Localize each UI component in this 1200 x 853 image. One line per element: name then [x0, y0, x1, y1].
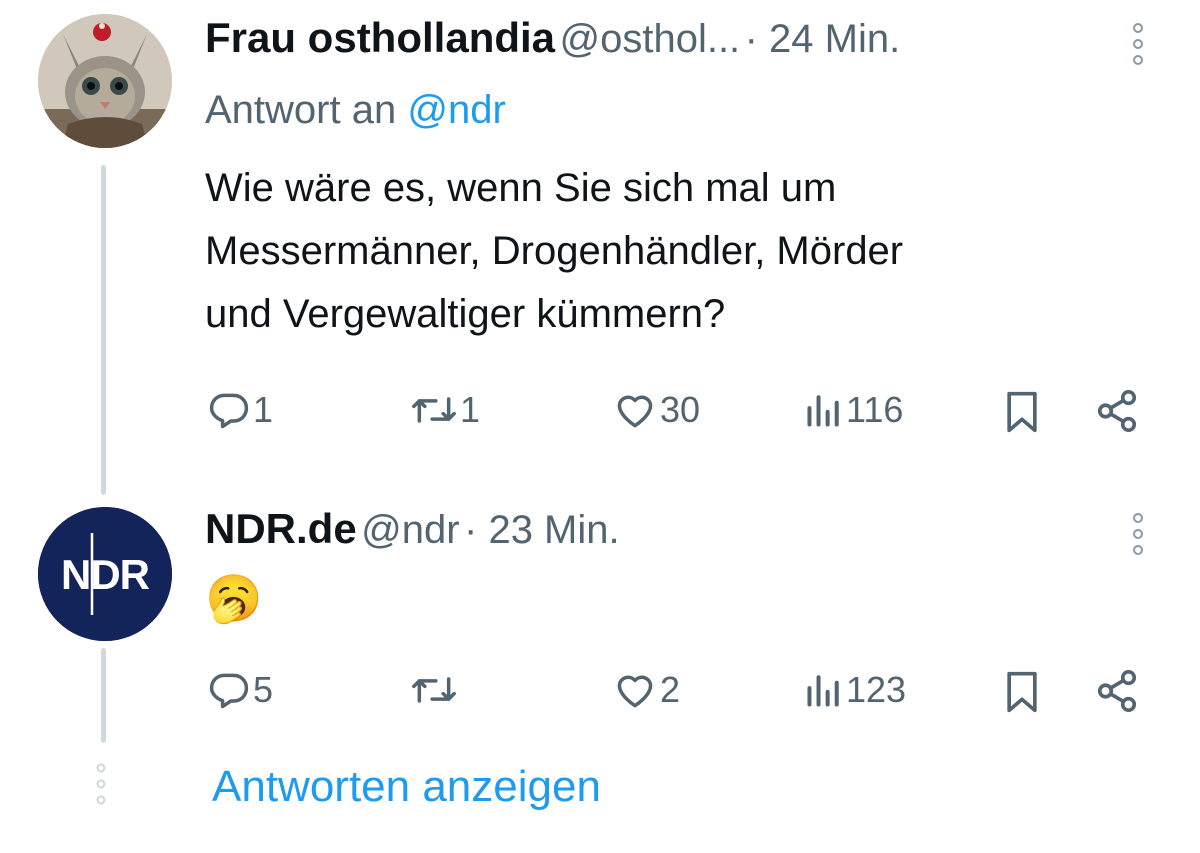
- bookmark-button[interactable]: [1000, 668, 1044, 716]
- retweet-button[interactable]: [410, 668, 460, 712]
- retweet-button[interactable]: 1: [410, 388, 480, 432]
- views-icon: [807, 675, 839, 707]
- like-count: 30: [660, 389, 701, 430]
- tweet-text-line: Messermänner, Drogenhändler, Mörder: [205, 229, 904, 273]
- bookmark-button[interactable]: [1000, 388, 1044, 436]
- share-button[interactable]: [1094, 668, 1140, 714]
- like-count: 2: [660, 669, 681, 710]
- reply-icon: [209, 673, 249, 709]
- reply-count: 1: [253, 389, 274, 430]
- retweet-count: 1: [460, 389, 481, 430]
- thread-connector: [101, 165, 106, 495]
- author-name[interactable]: NDR.de: [205, 505, 357, 552]
- show-replies-link[interactable]: Antworten anzeigen: [212, 762, 601, 812]
- reply-icon: [209, 393, 249, 429]
- share-icon: [1097, 390, 1137, 432]
- avatar-osthollandia[interactable]: [38, 14, 172, 148]
- retweet-icon: [412, 677, 456, 703]
- cat-avatar-image: [38, 14, 172, 148]
- heart-icon: [617, 395, 653, 428]
- like-button[interactable]: 30: [612, 388, 700, 432]
- view-count: 116: [846, 389, 904, 430]
- reply-button[interactable]: 5: [207, 668, 273, 712]
- more-icon[interactable]: [1131, 22, 1145, 66]
- share-button[interactable]: [1094, 388, 1140, 434]
- timestamp[interactable]: · 23 Min.: [464, 508, 620, 552]
- tweet-text-line: Wie wäre es, wenn Sie sich mal um: [205, 166, 837, 210]
- ndr-logo-text: NDR: [61, 551, 150, 598]
- retweet-icon: [412, 397, 456, 423]
- bookmark-icon: [1007, 391, 1037, 433]
- author-handle[interactable]: @osthol...: [559, 17, 740, 61]
- tweet-1-text: Wie wäre es, wenn Sie sich mal um Messer…: [205, 157, 903, 346]
- author-handle[interactable]: @ndr: [361, 508, 459, 552]
- share-icon: [1097, 670, 1137, 712]
- views-button[interactable]: 116: [804, 388, 903, 432]
- tweet-1-header: Frau osthollandia @osthol... · 24 Min.: [205, 14, 900, 62]
- tweet-2-text: 🥱: [205, 572, 263, 624]
- tweet-text-line: und Vergewaltiger kümmern?: [205, 292, 726, 336]
- like-button[interactable]: 2: [612, 668, 680, 712]
- reply-count: 5: [253, 669, 274, 710]
- view-count: 123: [846, 669, 907, 710]
- thread-connector: [101, 648, 106, 743]
- author-name[interactable]: Frau osthollandia: [205, 14, 555, 61]
- more-icon[interactable]: [1131, 512, 1145, 556]
- timestamp[interactable]: · 24 Min.: [745, 17, 901, 61]
- views-icon: [807, 395, 839, 427]
- reply-button[interactable]: 1: [207, 388, 273, 432]
- reply-to-mention[interactable]: @ndr: [407, 88, 505, 132]
- tweet-2-header: NDR.de @ndr · 23 Min.: [205, 505, 620, 553]
- reply-to-prefix: Antwort an: [205, 88, 397, 132]
- heart-icon: [617, 675, 653, 708]
- bookmark-icon: [1007, 671, 1037, 713]
- reply-to-line: Antwort an @ndr: [205, 88, 506, 133]
- avatar-ndr[interactable]: NDR: [38, 507, 172, 641]
- views-button[interactable]: 123: [804, 668, 906, 712]
- thread-dots-icon: [96, 763, 106, 805]
